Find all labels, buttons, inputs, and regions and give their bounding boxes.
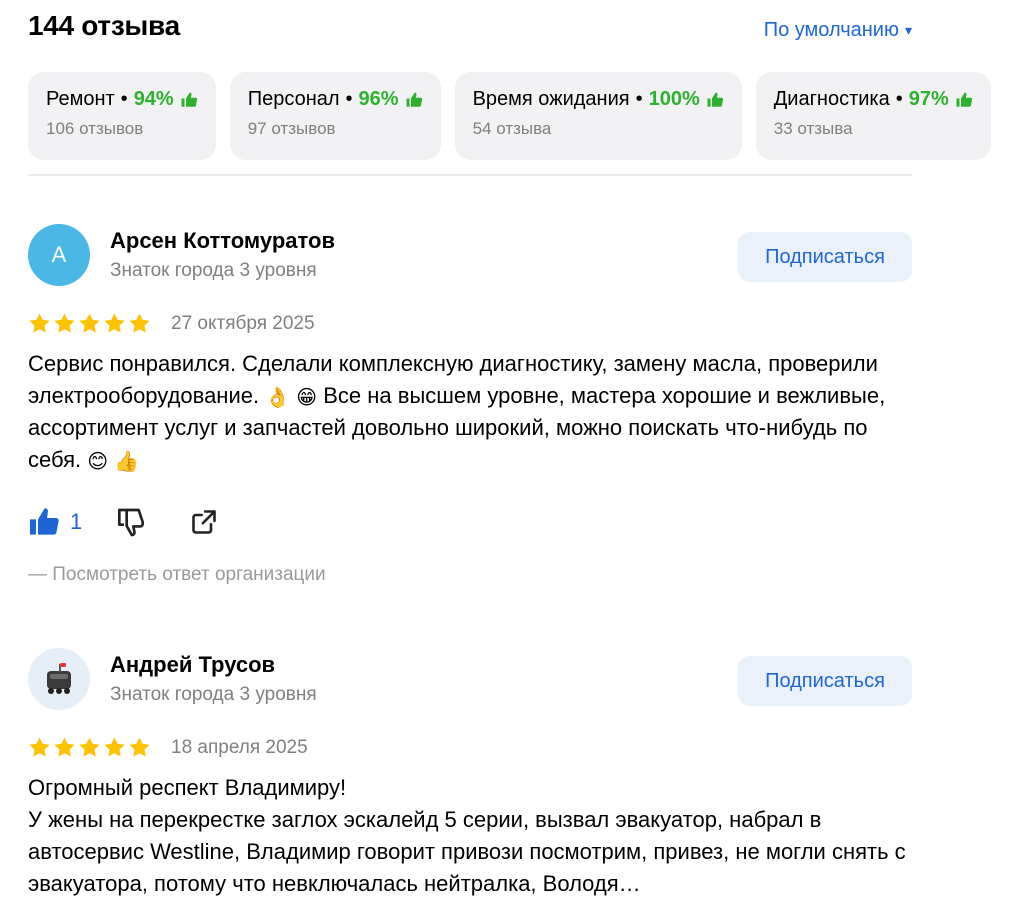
reviews-header: 144 отзыва По умолчанию ▾ <box>28 8 912 48</box>
star-icon <box>54 737 75 757</box>
thumbs-up-emoji-icon: 👍 <box>114 451 140 473</box>
sort-dropdown[interactable]: По умолчанию ▾ <box>764 19 912 42</box>
smile-emoji-icon: 😊 <box>87 451 109 473</box>
thumbs-up-icon <box>956 92 972 107</box>
aspect-chip-waiting-time[interactable]: Время ожидания • 100% 54 отзыва <box>454 72 742 160</box>
aspect-chip-repair[interactable]: Ремонт • 94% 106 отзывов <box>28 72 216 160</box>
star-icon <box>29 737 50 757</box>
author-name[interactable]: Андрей Трусов <box>110 652 275 678</box>
aspect-percent: 97% <box>908 88 949 110</box>
thumbs-up-icon <box>707 92 723 107</box>
aspect-chip-diagnostics[interactable]: Диагностика • 97% 33 отзыва <box>755 72 991 160</box>
chevron-down-icon: ▾ <box>904 22 912 38</box>
rating-row: 18 апреля 2025 <box>28 736 308 759</box>
aspect-chip-staff[interactable]: Персонал • 96% 97 отзывов <box>229 72 441 160</box>
author-level: Знаток города 3 уровня <box>110 260 317 281</box>
aspect-count: 33 отзыва <box>773 119 853 138</box>
author-name[interactable]: Арсен Коттомуратов <box>110 228 335 254</box>
star-icon <box>79 313 100 333</box>
subscribe-button[interactable]: Подписаться <box>738 656 912 706</box>
star-icon <box>104 737 125 757</box>
aspect-count: 54 отзыва <box>472 119 552 138</box>
avatar[interactable]: А <box>28 224 90 286</box>
thumbs-up-icon <box>181 92 197 107</box>
star-icon <box>54 313 75 333</box>
like-count: 1 <box>70 509 83 534</box>
aspect-name: Время ожидания <box>472 88 630 110</box>
dislike-button[interactable] <box>116 506 148 538</box>
star-rating <box>28 736 151 759</box>
divider <box>28 174 912 176</box>
thumbs-down-icon <box>118 508 145 537</box>
star-icon <box>79 737 100 757</box>
ok-hand-emoji-icon: 👌 <box>265 387 291 409</box>
star-icon <box>104 313 125 333</box>
aspect-percent: 94% <box>133 88 174 110</box>
review-actions: 1 <box>28 504 218 540</box>
review-card: А Арсен Коттомуратов Знаток города 3 уро… <box>28 224 912 604</box>
thumbs-up-icon <box>30 508 59 535</box>
review-text-line: У жены на перекрестке заглох эскалейд 5 … <box>28 807 906 896</box>
robot-courier-icon <box>47 663 71 694</box>
thumbs-up-icon <box>406 92 422 107</box>
reviews-count-title: 144 отзыва <box>28 10 180 41</box>
subscribe-button[interactable]: Подписаться <box>738 232 912 282</box>
review-text[interactable]: Огромный респект Владимиру! У жены на пе… <box>28 772 912 900</box>
share-icon <box>192 510 217 534</box>
author-level: Знаток города 3 уровня <box>110 684 317 705</box>
sort-label: По умолчанию <box>763 19 899 41</box>
aspect-filters: Ремонт • 94% 106 отзывов Персонал • 96% 97 о… <box>28 72 1024 160</box>
share-button[interactable] <box>190 508 218 536</box>
grin-emoji-icon: 😁 <box>296 387 318 409</box>
review-text: Сервис понравился. Сделали комплексную д… <box>28 348 912 476</box>
rating-row: 27 октября 2025 <box>28 312 315 335</box>
star-icon <box>129 313 150 333</box>
star-icon <box>29 313 50 333</box>
review-date: 27 октября 2025 <box>171 312 315 334</box>
aspect-count: 106 отзывов <box>46 119 144 138</box>
review-date: 18 апреля 2025 <box>171 736 308 758</box>
aspect-count: 97 отзывов <box>247 119 336 138</box>
aspect-name: Диагностика <box>773 88 890 110</box>
view-organization-reply-link[interactable]: — Посмотреть ответ организации <box>28 564 326 586</box>
star-icon <box>129 737 150 757</box>
aspect-name: Персонал <box>247 88 340 110</box>
aspect-percent: 96% <box>358 88 399 110</box>
star-rating <box>28 312 151 335</box>
avatar-letter: А <box>51 242 67 267</box>
aspect-name: Ремонт <box>46 88 115 110</box>
avatar[interactable] <box>28 648 90 710</box>
like-button[interactable]: 1 <box>28 506 82 538</box>
review-text-line: Огромный респект Владимиру! <box>28 775 347 800</box>
aspect-percent: 100% <box>648 88 700 110</box>
review-card: Андрей Трусов Знаток города 3 уровня Под… <box>28 648 912 904</box>
